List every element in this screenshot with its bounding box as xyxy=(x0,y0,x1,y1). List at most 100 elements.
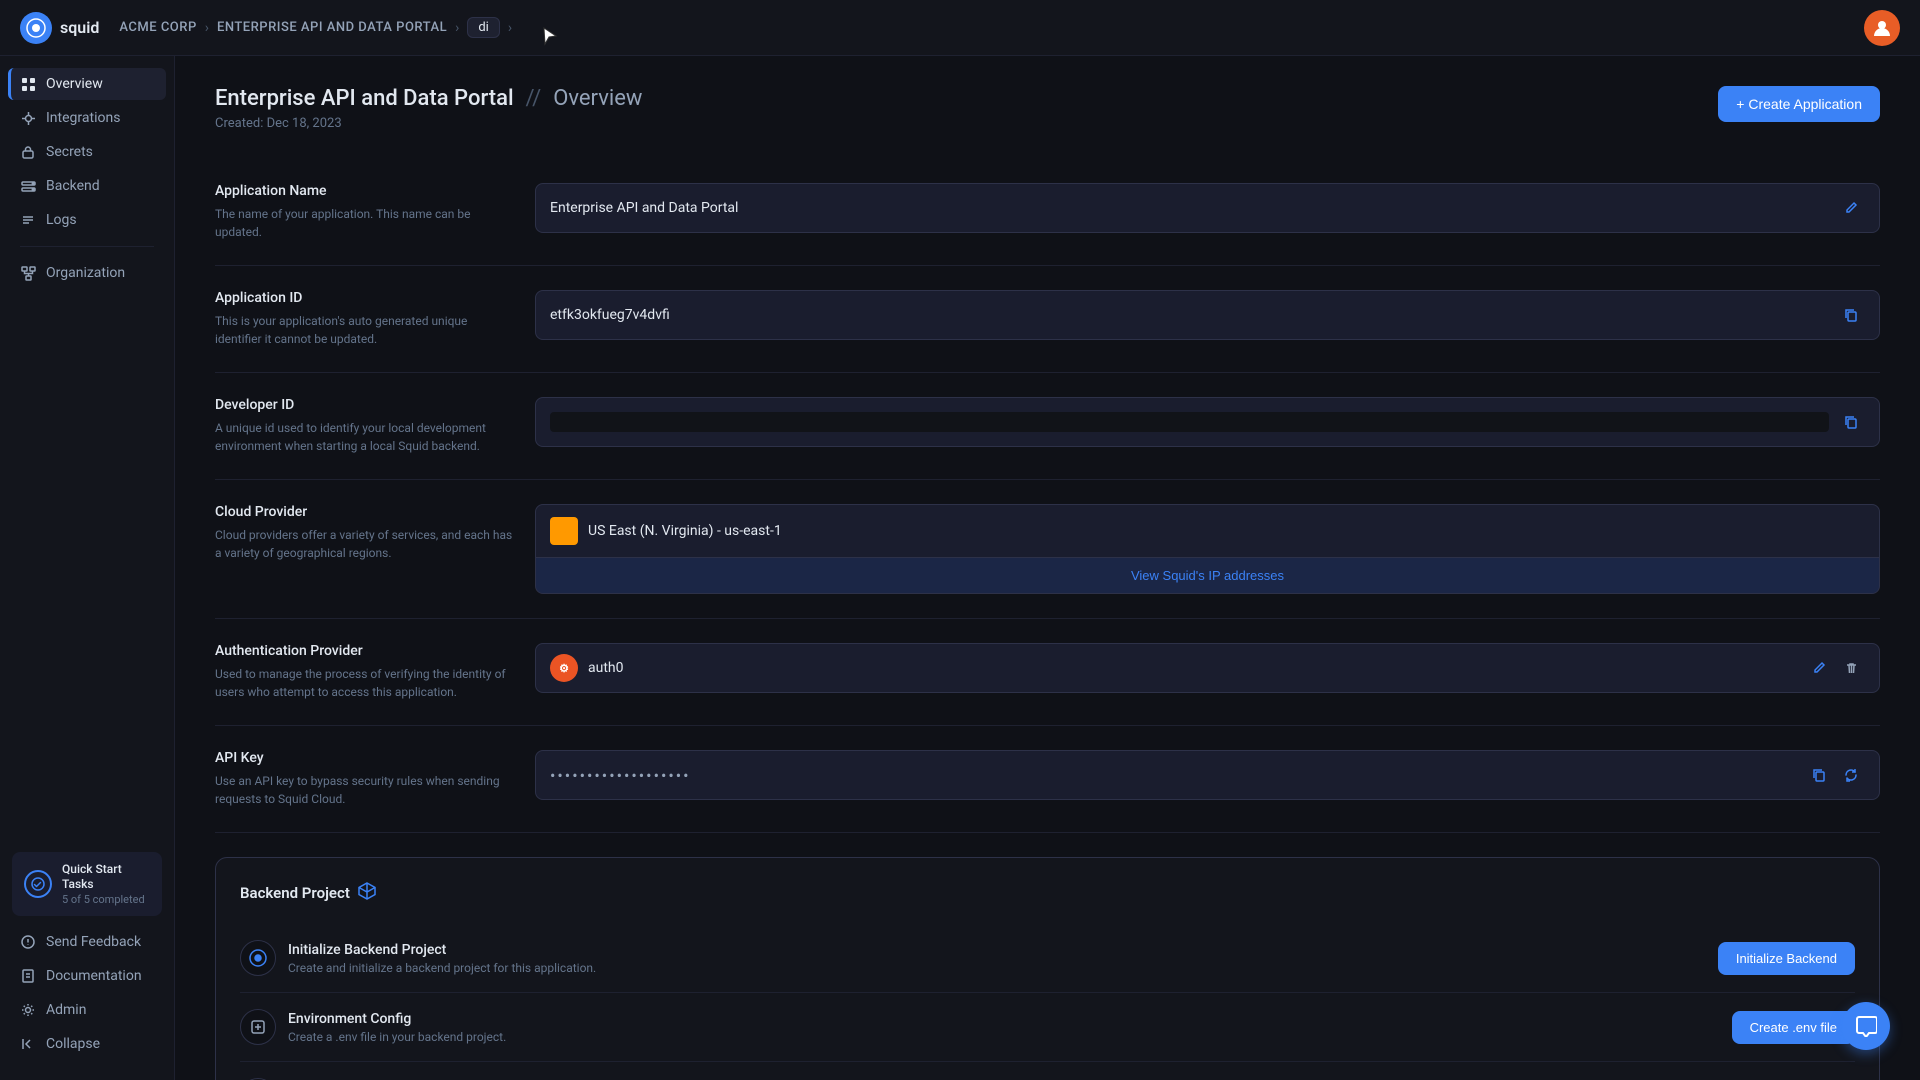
auth-provider-desc: Used to manage the process of verifying … xyxy=(215,665,515,701)
breadcrumb: ACME CORP › ENTERPRISE API AND DATA PORT… xyxy=(119,17,1864,38)
env-vars-row: Environment Variables Display the curren… xyxy=(240,1062,1855,1080)
cloud-provider-desc: Cloud providers offer a variety of servi… xyxy=(215,526,515,562)
developer-id-desc: A unique id used to identify your local … xyxy=(215,419,515,455)
app-name-desc: The name of your application. This name … xyxy=(215,205,515,241)
docs-label: Documentation xyxy=(46,968,142,984)
api-key-label: API Key xyxy=(215,750,515,766)
breadcrumb-portal[interactable]: ENTERPRISE API AND DATA PORTAL xyxy=(217,20,447,35)
cloud-provider-field-info: Cloud Provider Cloud providers offer a v… xyxy=(215,504,515,562)
page-title: Enterprise API and Data Portal // Overvi… xyxy=(215,86,642,111)
init-backend-icon xyxy=(240,940,276,976)
backend-project-title: Backend Project xyxy=(240,884,350,902)
integrations-icon xyxy=(20,110,36,126)
auth-delete-button[interactable] xyxy=(1837,654,1865,682)
page-title-main: Enterprise API and Data Portal xyxy=(215,86,514,111)
app-id-desc: This is your application's auto generate… xyxy=(215,312,515,348)
init-backend-label: Initialize Backend Project xyxy=(288,942,596,958)
developer-id-masked xyxy=(550,412,1829,432)
init-backend-text: Initialize Backend Project Create and in… xyxy=(288,942,596,975)
logo-area: squid xyxy=(20,12,99,44)
auth-actions xyxy=(1805,654,1865,682)
developer-id-label: Developer ID xyxy=(215,397,515,413)
sidebar-label-logs: Logs xyxy=(46,212,77,228)
sidebar-item-organization[interactable]: Organization xyxy=(8,257,166,289)
sidebar-item-logs[interactable]: Logs xyxy=(8,204,166,236)
sidebar-label-overview: Overview xyxy=(46,76,103,92)
sidebar-item-integrations[interactable]: Integrations xyxy=(8,102,166,134)
sidebar: Overview Integrations Secrets Backend xyxy=(0,56,175,1080)
app-id-copy-button[interactable] xyxy=(1837,301,1865,329)
app-id-value: etfk3okfueg7v4dvfi xyxy=(550,307,1829,323)
api-key-actions xyxy=(1805,761,1865,789)
create-application-button[interactable]: + Create Application xyxy=(1718,86,1880,122)
create-env-file-button[interactable]: Create .env file xyxy=(1732,1011,1855,1044)
auth-provider-label: Authentication Provider xyxy=(215,643,515,659)
developer-id-input-wrap xyxy=(535,397,1880,447)
api-key-desc: Use an API key to bypass security rules … xyxy=(215,772,515,808)
init-backend-row: Initialize Backend Project Create and in… xyxy=(240,924,1855,993)
env-config-info: Environment Config Create a .env file in… xyxy=(240,1009,506,1045)
cloud-provider-section: Cloud Provider Cloud providers offer a v… xyxy=(215,480,1880,619)
app-name-edit-button[interactable] xyxy=(1837,194,1865,222)
auth-edit-button[interactable] xyxy=(1805,654,1833,682)
page-title-sep: // xyxy=(526,86,542,111)
api-key-section: API Key Use an API key to bypass securit… xyxy=(215,726,1880,833)
env-config-text: Environment Config Create a .env file in… xyxy=(288,1011,506,1044)
admin-icon xyxy=(20,1002,36,1018)
logo-text: squid xyxy=(60,18,99,37)
cloud-provider-name: US East (N. Virginia) - us-east-1 xyxy=(588,523,782,539)
view-ip-addresses-button[interactable]: View Squid's IP addresses xyxy=(536,557,1879,593)
app-name-section: Application Name The name of your applic… xyxy=(215,159,1880,266)
sidebar-item-collapse[interactable]: Collapse xyxy=(8,1028,166,1060)
breadcrumb-sep-3: › xyxy=(508,20,512,36)
api-key-wrap: ••••••••••••••••••• xyxy=(535,750,1880,800)
breadcrumb-sep-2: › xyxy=(455,20,459,36)
breadcrumb-acme[interactable]: ACME CORP xyxy=(119,20,196,35)
api-key-copy-button[interactable] xyxy=(1805,761,1833,789)
sidebar-divider xyxy=(20,246,154,247)
sidebar-item-documentation[interactable]: Documentation xyxy=(8,960,166,992)
api-key-refresh-button[interactable] xyxy=(1837,761,1865,789)
sidebar-item-overview[interactable]: Overview xyxy=(8,68,166,100)
page-subtitle: Created: Dec 18, 2023 xyxy=(215,116,642,131)
app-id-section: Application ID This is your application'… xyxy=(215,266,1880,373)
sidebar-label-integrations: Integrations xyxy=(46,110,120,126)
quick-start-circle xyxy=(24,870,52,898)
env-config-label: Environment Config xyxy=(288,1011,506,1027)
sidebar-item-admin[interactable]: Admin xyxy=(8,994,166,1026)
sidebar-label-organization: Organization xyxy=(46,265,125,281)
initialize-backend-button[interactable]: Initialize Backend xyxy=(1718,942,1855,975)
squid-logo-icon xyxy=(20,12,52,44)
collapse-label: Collapse xyxy=(46,1036,100,1052)
env-config-row: Environment Config Create a .env file in… xyxy=(240,993,1855,1062)
page-title-sub: Overview xyxy=(553,86,642,111)
auth-provider-section: Authentication Provider Used to manage t… xyxy=(215,619,1880,726)
env-config-icon xyxy=(240,1009,276,1045)
breadcrumb-current[interactable]: di xyxy=(467,17,500,38)
avatar[interactable] xyxy=(1864,10,1900,46)
backend-icon xyxy=(20,178,36,194)
top-nav: squid ACME CORP › ENTERPRISE API AND DAT… xyxy=(0,0,1920,56)
quick-start-title: Quick Start Tasks xyxy=(62,862,150,893)
main-layout: Overview Integrations Secrets Backend xyxy=(0,56,1920,1080)
sidebar-nav: Overview Integrations Secrets Backend xyxy=(0,68,174,844)
chat-button[interactable] xyxy=(1842,1002,1890,1050)
app-name-field-info: Application Name The name of your applic… xyxy=(215,183,515,241)
quick-start-box[interactable]: Quick Start Tasks 5 of 5 completed xyxy=(12,852,162,916)
developer-id-copy-button[interactable] xyxy=(1837,408,1865,436)
sidebar-label-secrets: Secrets xyxy=(46,144,93,160)
quick-start-info: Quick Start Tasks 5 of 5 completed xyxy=(62,862,150,906)
admin-label: Admin xyxy=(46,1002,86,1018)
backend-project-header: Backend Project xyxy=(240,882,1855,904)
auth-provider-name: auth0 xyxy=(588,660,1795,676)
backend-project-icon xyxy=(358,882,376,904)
backend-project-card: Backend Project Initialize Backend Proj xyxy=(215,857,1880,1080)
init-backend-info: Initialize Backend Project Create and in… xyxy=(240,940,596,976)
secrets-icon xyxy=(20,144,36,160)
sidebar-item-secrets[interactable]: Secrets xyxy=(8,136,166,168)
app-id-field-info: Application ID This is your application'… xyxy=(215,290,515,348)
sidebar-item-backend[interactable]: Backend xyxy=(8,170,166,202)
nav-right xyxy=(1864,10,1900,46)
api-key-field-info: API Key Use an API key to bypass securit… xyxy=(215,750,515,808)
sidebar-item-send-feedback[interactable]: Send Feedback xyxy=(8,926,166,958)
